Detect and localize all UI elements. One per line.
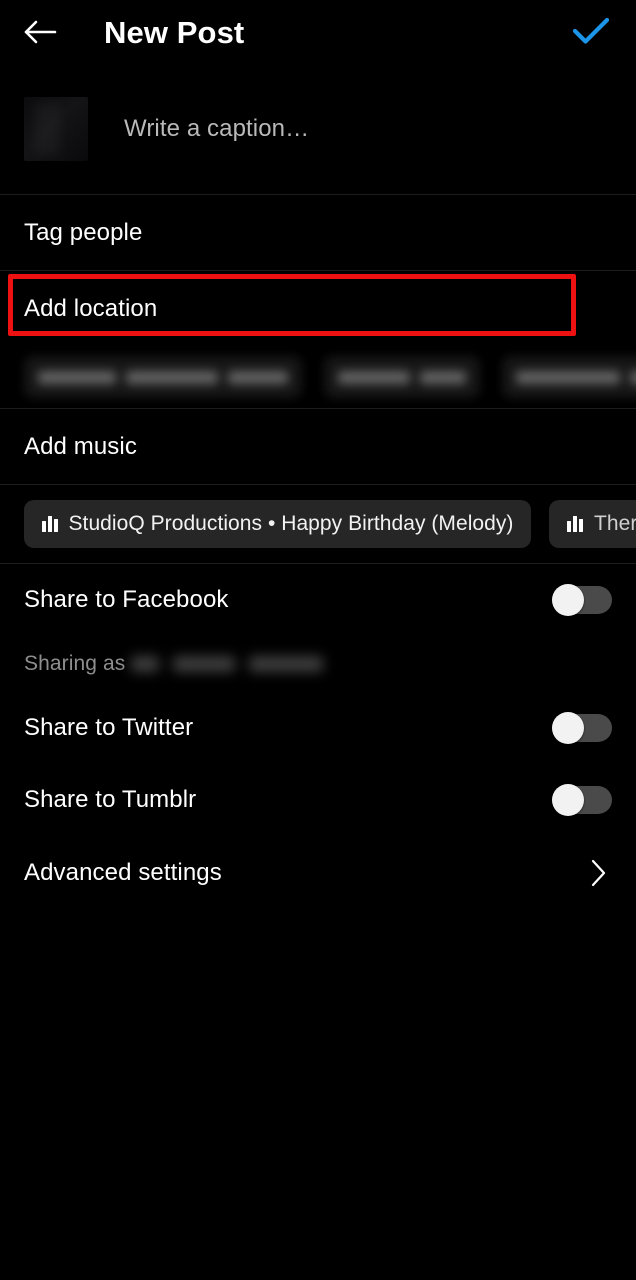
sharing-as-label: Sharing as: [24, 652, 126, 675]
post-thumbnail[interactable]: [24, 97, 88, 161]
redacted-text: [338, 370, 410, 384]
page-title: New Post: [104, 14, 245, 50]
share-to-facebook-label: Share to Facebook: [24, 586, 229, 613]
advanced-settings-label: Advanced settings: [24, 859, 222, 886]
redacted-text: [420, 370, 466, 384]
add-location-section: Add location: [0, 271, 636, 346]
add-location-row[interactable]: Add location: [0, 271, 636, 346]
sharing-as-row: Sharing as: [0, 636, 636, 692]
advanced-settings-row[interactable]: Advanced settings: [0, 836, 636, 910]
location-suggestion-chip[interactable]: [502, 356, 636, 398]
share-to-twitter-label: Share to Twitter: [24, 714, 194, 741]
share-to-tumblr-toggle[interactable]: [552, 784, 612, 816]
share-to-twitter-toggle[interactable]: [552, 712, 612, 744]
share-to-facebook-toggle[interactable]: [552, 584, 612, 616]
music-suggestion-chip[interactable]: StudioQ Productions • Happy Birthday (Me…: [24, 500, 532, 548]
add-music-row[interactable]: Add music: [0, 409, 636, 484]
new-post-screen: New Post Tag people Add location: [0, 0, 636, 1280]
confirm-post-button[interactable]: [568, 9, 614, 55]
redacted-text: [249, 656, 324, 672]
redacted-text: [228, 370, 288, 384]
music-chip-label: Ther: [593, 512, 636, 535]
add-music-label: Add music: [24, 432, 137, 460]
music-suggestions-row[interactable]: StudioQ Productions • Happy Birthday (Me…: [0, 485, 636, 563]
redacted-text: [131, 656, 160, 672]
check-icon: [571, 16, 611, 48]
share-to-tumblr-row[interactable]: Share to Tumblr: [0, 764, 636, 836]
back-button[interactable]: [22, 10, 66, 54]
music-equalizer-icon: [42, 516, 58, 532]
redacted-text: [126, 370, 218, 384]
add-location-label: Add location: [24, 294, 158, 322]
tag-people-label: Tag people: [24, 218, 143, 246]
share-to-facebook-row[interactable]: Share to Facebook: [0, 564, 636, 636]
location-suggestion-chip[interactable]: [24, 356, 302, 398]
redacted-text: [173, 656, 236, 672]
caption-row[interactable]: [0, 64, 636, 194]
toggle-knob: [552, 584, 584, 616]
redacted-text: [38, 370, 116, 384]
empty-area: [0, 910, 636, 1280]
music-equalizer-icon: [567, 516, 583, 532]
share-to-twitter-row[interactable]: Share to Twitter: [0, 692, 636, 764]
sharing-as-account-redacted: [131, 656, 324, 672]
location-suggestion-chip[interactable]: [324, 356, 480, 398]
app-header: New Post: [0, 0, 636, 64]
location-suggestions-row[interactable]: [0, 346, 636, 408]
toggle-knob: [552, 712, 584, 744]
music-suggestion-chip[interactable]: Ther: [549, 500, 636, 548]
redacted-text: [516, 370, 620, 384]
chevron-right-icon: [590, 858, 608, 888]
caption-input[interactable]: [124, 115, 612, 143]
tag-people-row[interactable]: Tag people: [0, 195, 636, 270]
share-to-tumblr-label: Share to Tumblr: [24, 786, 197, 813]
music-chip-label: StudioQ Productions • Happy Birthday (Me…: [68, 512, 514, 535]
redacted-text: [630, 370, 636, 384]
toggle-knob: [552, 784, 584, 816]
arrow-left-icon: [22, 17, 58, 47]
